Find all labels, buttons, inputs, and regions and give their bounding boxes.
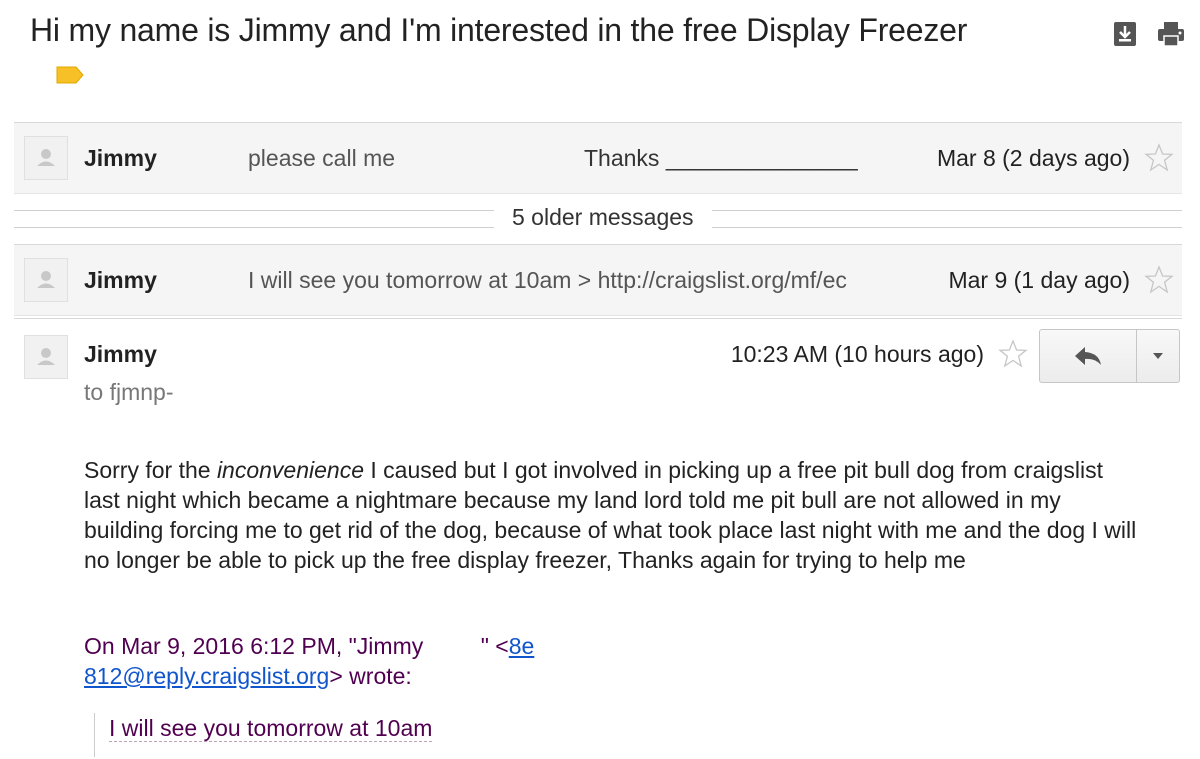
older-messages-label[interactable]: 5 older messages — [494, 204, 712, 231]
reply-arrow-icon — [1075, 347, 1101, 365]
reply-email-link[interactable]: 8e — [509, 633, 535, 659]
collapsed-message[interactable]: Jimmy please call me Thanks ____________… — [14, 122, 1182, 194]
avatar — [24, 258, 68, 302]
quote-attribution-start: On Mar 9, 2016 6:12 PM, "Jimmy " < — [84, 633, 509, 659]
message-snippet: I will see you tomorrow at 10am > http:/… — [248, 267, 847, 293]
recipient-line[interactable]: to fjmnp- — [84, 379, 173, 406]
reply-button-group — [1039, 329, 1180, 383]
body-text-start: Sorry for the — [84, 457, 217, 483]
avatar — [24, 335, 68, 379]
reply-email-link-continued[interactable]: 812@reply.craigslist.org — [84, 663, 329, 689]
person-icon — [37, 348, 55, 365]
sender-name: Jimmy — [84, 145, 157, 171]
avatar — [24, 136, 68, 180]
quoted-text: I will see you tomorrow at 10am — [109, 715, 433, 742]
collapsed-message[interactable]: Jimmy I will see you tomorrow at 10am > … — [14, 244, 1182, 316]
quote-attribution: On Mar 9, 2016 6:12 PM, "Jimmy " <8e 812@… — [84, 631, 684, 691]
message-date: 10:23 AM (10 hours ago) — [730, 341, 984, 367]
sender-name[interactable]: Jimmy — [84, 341, 157, 368]
sender-name: Jimmy — [84, 267, 157, 293]
label-tag-icon[interactable] — [56, 66, 84, 84]
quote-attribution-end: > wrote: — [329, 663, 412, 689]
older-messages-expander[interactable]: 5 older messages — [14, 194, 1182, 242]
quoted-text-block: I will see you tomorrow at 10am — [94, 713, 433, 757]
print-icon[interactable] — [1156, 20, 1186, 48]
person-icon — [37, 149, 55, 166]
body-emphasis: inconvenience — [216, 457, 364, 483]
star-icon[interactable] — [1144, 265, 1174, 295]
message-date: Mar 9 (1 day ago) — [948, 267, 1130, 293]
message-snippet-continued: Thanks _______________ — [584, 145, 858, 171]
star-icon[interactable] — [998, 339, 1028, 369]
chevron-down-icon — [1153, 353, 1163, 359]
message-date: Mar 8 (2 days ago) — [936, 145, 1130, 171]
message-body: Sorry for the inconvenience I caused but… — [84, 455, 1144, 575]
reply-button[interactable] — [1040, 330, 1137, 382]
download-icon[interactable] — [1110, 20, 1140, 48]
open-message: Jimmy to fjmnp- 10:23 AM (10 hours ago) … — [14, 318, 1182, 759]
star-icon[interactable] — [1144, 143, 1174, 173]
person-icon — [37, 271, 55, 288]
email-subject: Hi my name is Jimmy and I'm interested i… — [30, 12, 968, 48]
message-snippet: please call me — [248, 145, 396, 171]
more-options-button[interactable] — [1137, 330, 1179, 382]
